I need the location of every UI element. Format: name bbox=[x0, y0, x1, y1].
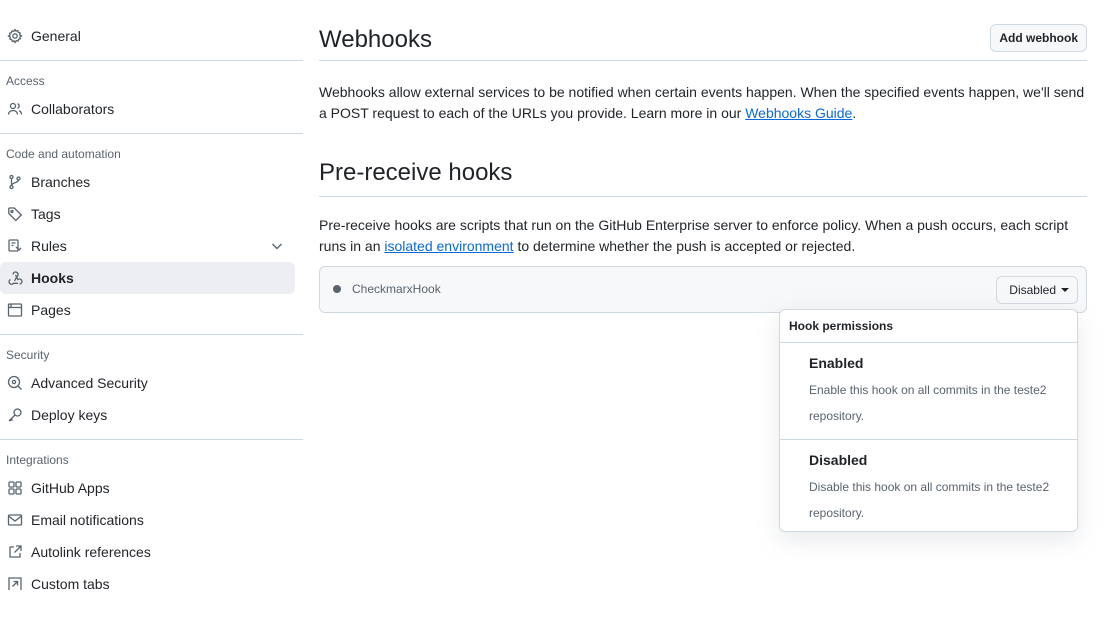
page-title: Webhooks bbox=[319, 26, 432, 53]
sidebar-item-deploy-keys[interactable]: Deploy keys bbox=[0, 399, 295, 431]
menu-option-description: Disable this hook on all commits in the … bbox=[809, 480, 1050, 520]
menu-option-title: Enabled bbox=[809, 355, 864, 371]
prereceive-title: Pre-receive hooks bbox=[319, 159, 513, 186]
isolated-environment-link[interactable]: isolated environment bbox=[384, 238, 513, 254]
mail-icon bbox=[7, 512, 23, 528]
sidebar-item-pages[interactable]: Pages bbox=[0, 294, 295, 326]
rules-icon bbox=[7, 238, 23, 254]
caret-down-icon bbox=[1061, 288, 1069, 292]
codescan-icon bbox=[7, 375, 23, 391]
hook-permissions-menu: Hook permissions Enabled Enable this hoo… bbox=[779, 309, 1078, 532]
sidebar-item-github-apps[interactable]: GitHub Apps bbox=[0, 472, 295, 504]
sidebar-item-label: Deploy keys bbox=[31, 407, 108, 423]
custom-tab-icon bbox=[7, 576, 23, 592]
chevron-down-icon[interactable] bbox=[269, 238, 285, 254]
hook-row: CheckmarxHook Disabled bbox=[319, 266, 1087, 313]
settings-sidebar: General Access Collaborators Code and au… bbox=[0, 20, 303, 600]
menu-heading: Hook permissions bbox=[780, 310, 1077, 343]
sidebar-item-custom-tabs[interactable]: Custom tabs bbox=[0, 568, 295, 600]
menu-option-description: Enable this hook on all commits in the t… bbox=[809, 383, 1047, 423]
branch-icon bbox=[7, 174, 23, 190]
sidebar-item-label: Custom tabs bbox=[31, 576, 110, 592]
sidebar-item-label: Tags bbox=[31, 206, 61, 222]
hook-name: CheckmarxHook bbox=[352, 282, 441, 296]
apps-icon bbox=[7, 480, 23, 496]
status-dot-icon bbox=[333, 285, 341, 293]
sidebar-item-label: Advanced Security bbox=[31, 375, 148, 391]
tag-icon bbox=[7, 206, 23, 222]
prereceive-description-end: to determine whether the push is accepte… bbox=[513, 238, 856, 254]
menu-option-title: Disabled bbox=[809, 452, 868, 468]
gear-icon bbox=[7, 28, 23, 44]
sidebar-item-branches[interactable]: Branches bbox=[0, 166, 295, 198]
sidebar-divider bbox=[0, 334, 303, 335]
hook-status-label: Disabled bbox=[1009, 283, 1056, 297]
browser-icon bbox=[7, 302, 23, 318]
webhook-icon bbox=[7, 270, 23, 286]
webhooks-guide-link[interactable]: Webhooks Guide bbox=[745, 105, 852, 121]
sidebar-group-integrations: Integrations bbox=[6, 453, 69, 467]
sidebar-divider bbox=[0, 133, 303, 134]
people-icon bbox=[7, 101, 23, 117]
menu-option-disabled[interactable]: Disabled Disable this hook on all commit… bbox=[780, 439, 1077, 536]
sidebar-item-label: Pages bbox=[31, 302, 71, 318]
add-webhook-button[interactable]: Add webhook bbox=[990, 24, 1087, 52]
sidebar-divider bbox=[0, 60, 303, 61]
webhooks-description-end: . bbox=[852, 105, 857, 121]
sidebar-item-collaborators[interactable]: Collaborators bbox=[0, 93, 295, 125]
hook-status-dropdown[interactable]: Disabled bbox=[996, 276, 1078, 304]
sidebar-item-label: Collaborators bbox=[31, 101, 115, 117]
sidebar-divider bbox=[0, 439, 303, 440]
key-icon bbox=[7, 407, 23, 423]
sidebar-item-advanced-security[interactable]: Advanced Security bbox=[0, 367, 295, 399]
sidebar-item-label: General bbox=[31, 28, 81, 44]
prereceive-description: Pre-receive hooks are scripts that run o… bbox=[319, 215, 1087, 257]
sidebar-item-label: Email notifications bbox=[31, 512, 144, 528]
sidebar-item-email-notifications[interactable]: Email notifications bbox=[0, 504, 295, 536]
sidebar-item-hooks[interactable]: Hooks bbox=[0, 262, 295, 294]
sidebar-item-label: Autolink references bbox=[31, 544, 151, 560]
sidebar-group-code: Code and automation bbox=[6, 147, 121, 161]
sidebar-item-label: Hooks bbox=[31, 270, 74, 286]
webhooks-description: Webhooks allow external services to be n… bbox=[319, 82, 1087, 124]
divider bbox=[319, 196, 1087, 197]
sidebar-item-rules[interactable]: Rules bbox=[0, 230, 295, 262]
sidebar-group-access: Access bbox=[6, 74, 45, 88]
sidebar-item-tags[interactable]: Tags bbox=[0, 198, 295, 230]
link-external-icon bbox=[7, 544, 23, 560]
menu-option-enabled[interactable]: Enabled Enable this hook on all commits … bbox=[780, 343, 1077, 439]
webhooks-description-text: Webhooks allow external services to be n… bbox=[319, 84, 1085, 121]
sidebar-item-autolink-references[interactable]: Autolink references bbox=[0, 536, 295, 568]
sidebar-item-label: Rules bbox=[31, 238, 67, 254]
sidebar-item-label: Branches bbox=[31, 174, 91, 190]
sidebar-item-label: GitHub Apps bbox=[31, 480, 110, 496]
sidebar-item-general[interactable]: General bbox=[0, 20, 295, 52]
sidebar-group-security: Security bbox=[6, 348, 50, 362]
divider bbox=[319, 60, 1087, 61]
